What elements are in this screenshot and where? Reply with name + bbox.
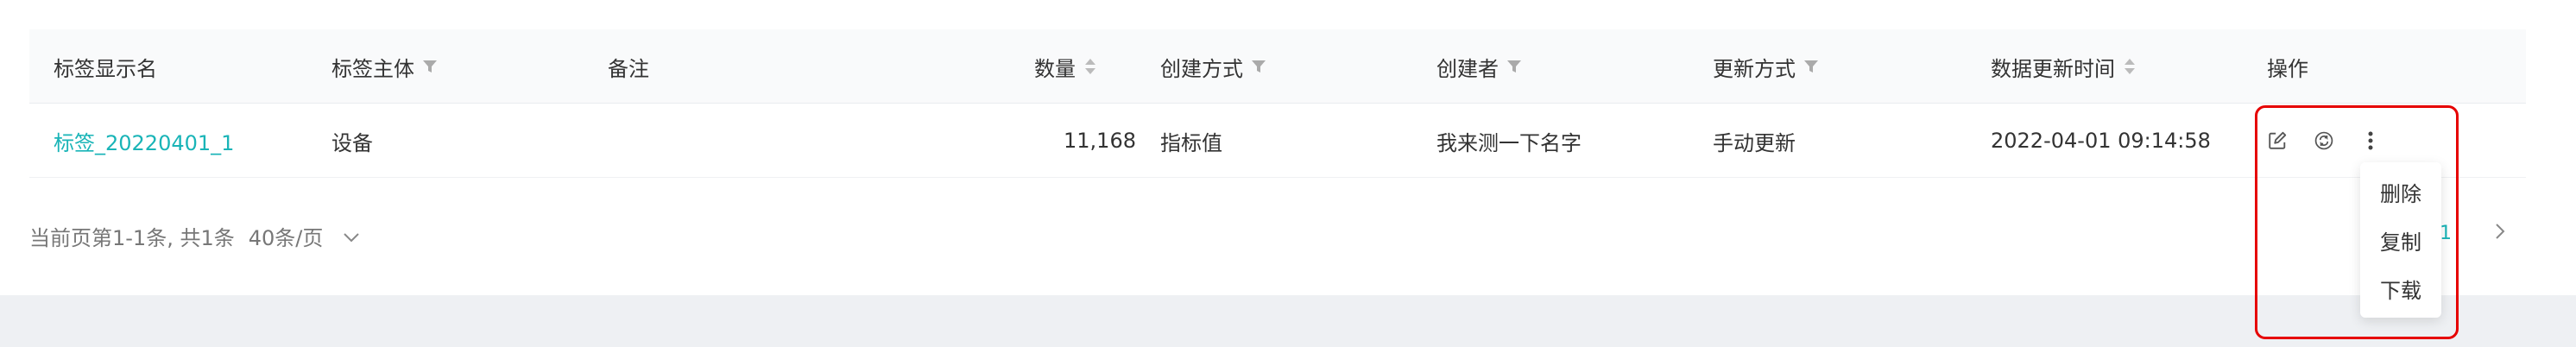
column-header-creator[interactable]: 创建者 [1436,29,1523,104]
scroll-gutter [2553,0,2576,295]
tag-update-method-cell: 手动更新 [1713,130,1796,155]
next-page-button[interactable] [2493,221,2507,245]
pagination-bar: 当前页第1-1条, 共1条 40条/页 [29,221,361,251]
sort-icon[interactable] [1083,57,1098,76]
column-header-name: 标签显示名 [54,56,157,81]
column-header-updated-at[interactable]: 数据更新时间 [1991,29,2137,104]
filter-icon[interactable] [1803,58,1820,75]
sort-icon[interactable] [2122,57,2137,76]
page-size-select[interactable]: 40条/页 [249,221,362,251]
chevron-right-icon [2493,224,2507,245]
column-header-create-method[interactable]: 创建方式 [1160,29,1267,104]
pagination-summary: 当前页第1-1条, 共1条 [29,226,235,250]
column-header-actions: 操作 [2267,56,2308,81]
menu-item-download[interactable]: 下载 [2360,264,2441,312]
column-header-subject[interactable]: 标签主体 [331,29,439,104]
table-row: 标签_20220401_1 设备 11,168 指标值 我来测一下名字 手动更新… [29,104,2526,178]
tag-create-method-cell: 指标值 [1160,130,1222,155]
column-header-note: 备注 [608,56,649,81]
chevron-down-icon [342,224,361,249]
table-header: 标签显示名 标签主体 备注 数量 创建方式 创建者 更新方式 数据更新时间 操作 [29,29,2526,104]
filter-icon[interactable] [421,58,439,75]
current-page[interactable]: 1 [2440,223,2452,244]
page-background [0,295,2576,347]
menu-item-copy[interactable]: 复制 [2360,216,2441,264]
column-header-update-method[interactable]: 更新方式 [1713,29,1820,104]
column-header-count[interactable]: 数量 [1034,29,1098,104]
filter-icon[interactable] [1506,58,1523,75]
edit-icon[interactable] [2267,130,2288,151]
tag-subject-cell: 设备 [331,130,373,155]
tag-creator-cell: 我来测一下名字 [1436,130,1582,155]
refresh-icon[interactable] [2314,130,2334,151]
menu-item-delete[interactable]: 删除 [2360,167,2441,216]
more-icon[interactable] [2360,130,2381,151]
more-actions-menu: 删除 复制 下载 [2360,162,2441,318]
tags-table: 标签显示名 标签主体 备注 数量 创建方式 创建者 更新方式 数据更新时间 操作… [29,29,2526,178]
filter-icon[interactable] [1250,58,1267,75]
tag-count-cell: 11,168 [1064,129,1136,153]
tag-name-link[interactable]: 标签_20220401_1 [54,104,234,178]
tag-updated-at-cell: 2022-04-01 09:14:58 [1991,129,2211,153]
